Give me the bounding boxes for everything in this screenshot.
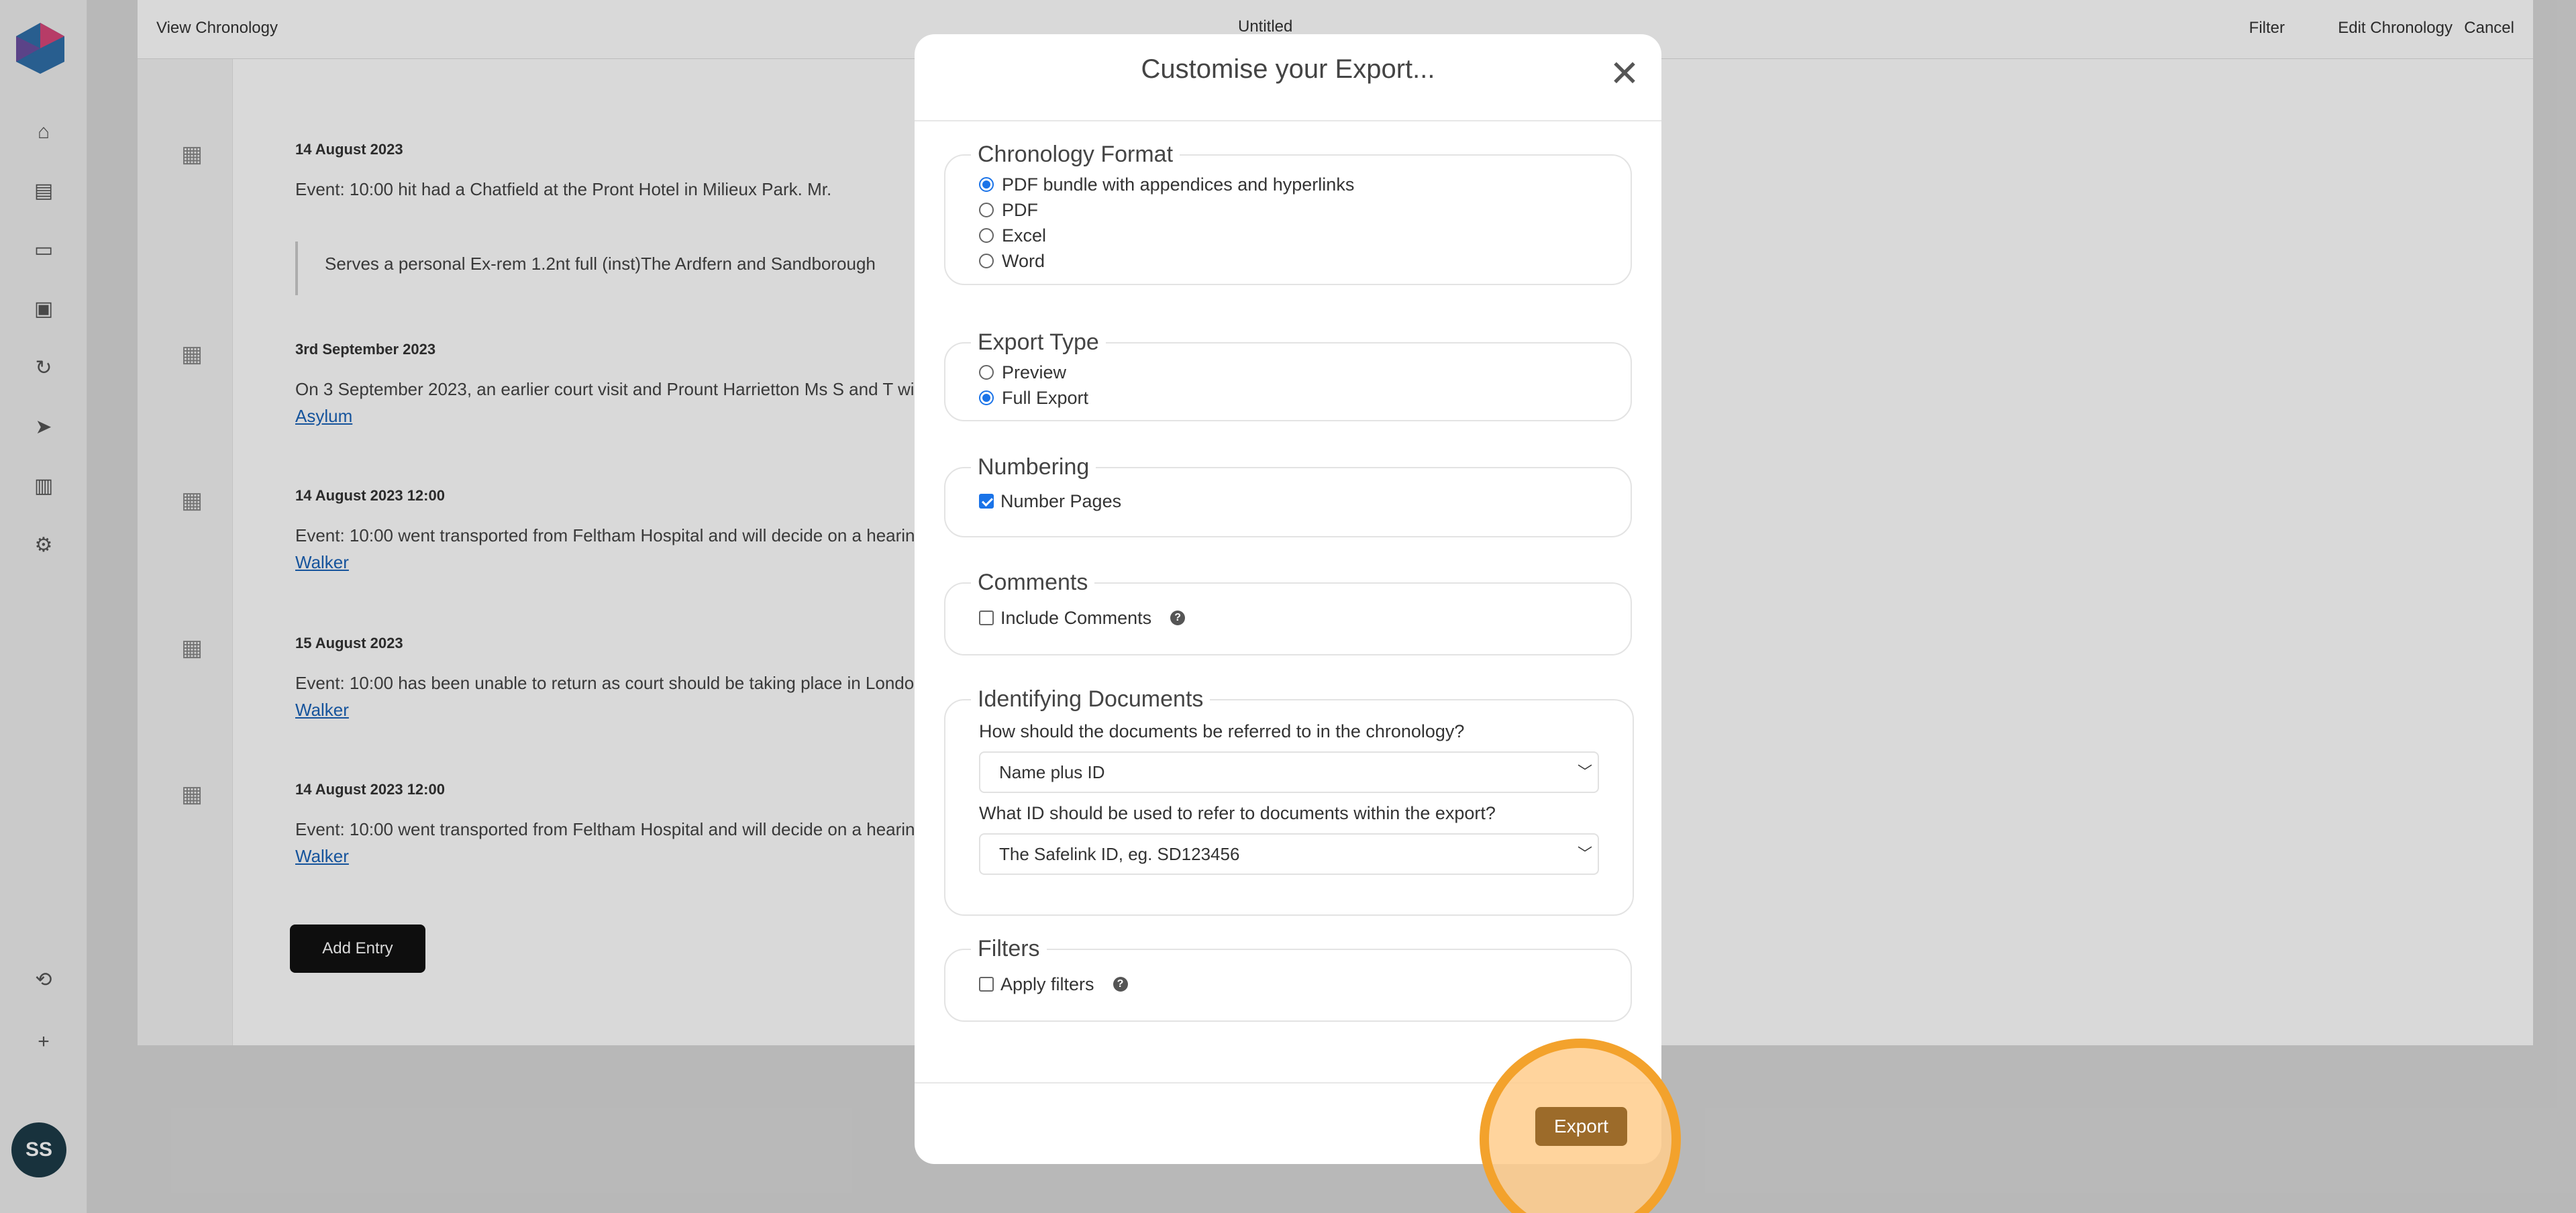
numbering-legend: Numbering — [978, 454, 1090, 480]
identifying-documents-legend: Identifying Documents — [978, 686, 1204, 712]
format-option-word[interactable]: Word — [979, 248, 1597, 274]
chronology-format-group: Chronology Format PDF bundle with append… — [944, 142, 1632, 285]
option-label: Include Comments — [1000, 607, 1152, 628]
export-button[interactable]: Export — [1535, 1107, 1627, 1146]
option-label: Apply filters — [1000, 973, 1094, 994]
chevron-down-icon: ﹀ — [1577, 845, 1592, 862]
option-label: PDF — [1002, 199, 1038, 220]
option-label: PDF bundle with appendices and hyperlink… — [1002, 174, 1355, 195]
comments-legend: Comments — [978, 570, 1088, 595]
help-icon[interactable]: ? — [1170, 611, 1186, 625]
checkbox-checked-icon[interactable] — [979, 494, 994, 509]
export-type-full[interactable]: Full Export — [979, 385, 1597, 411]
identifying-documents-group: Identifying Documents How should the doc… — [944, 686, 1634, 916]
radio-icon[interactable] — [979, 254, 994, 268]
modal-title: Customise your Export... — [1141, 54, 1435, 84]
format-option-excel[interactable]: Excel — [979, 223, 1597, 248]
radio-selected-icon[interactable] — [979, 177, 994, 192]
format-option-pdf-bundle[interactable]: PDF bundle with appendices and hyperlink… — [979, 172, 1597, 197]
apply-filters-option[interactable]: Apply filters? — [979, 971, 1597, 997]
close-icon[interactable]: ✕ — [1608, 56, 1641, 92]
number-pages-option[interactable]: Number Pages — [979, 488, 1597, 514]
filters-group: Filters Apply filters? — [944, 936, 1632, 1022]
export-type-legend: Export Type — [978, 329, 1099, 355]
id-select[interactable]: The Safelink ID, eg. SD123456 ﹀ — [979, 833, 1599, 875]
option-label: Number Pages — [1000, 490, 1122, 511]
export-modal: Customise your Export... ✕ Chronology Fo… — [915, 34, 1661, 1164]
id-question: What ID should be used to refer to docum… — [979, 803, 1496, 823]
export-type-group: Export Type Preview Full Export — [944, 329, 1632, 421]
radio-icon[interactable] — [979, 228, 994, 243]
reference-select[interactable]: Name plus ID ﹀ — [979, 751, 1599, 793]
radio-icon[interactable] — [979, 365, 994, 380]
option-label: Word — [1002, 250, 1045, 271]
modal-header: Customise your Export... ✕ — [915, 34, 1661, 121]
help-icon[interactable]: ? — [1113, 977, 1128, 992]
chevron-down-icon: ﹀ — [1577, 763, 1592, 780]
select-value: The Safelink ID, eg. SD123456 — [999, 844, 1240, 864]
comments-group: Comments Include Comments? — [944, 570, 1632, 655]
checkbox-icon[interactable] — [979, 977, 994, 992]
option-label: Excel — [1002, 225, 1047, 246]
checkbox-icon[interactable] — [979, 611, 994, 625]
select-value: Name plus ID — [999, 762, 1105, 782]
option-label: Preview — [1002, 362, 1067, 382]
include-comments-option[interactable]: Include Comments? — [979, 605, 1597, 631]
filters-legend: Filters — [978, 936, 1040, 961]
radio-selected-icon[interactable] — [979, 390, 994, 405]
radio-icon[interactable] — [979, 203, 994, 217]
export-type-preview[interactable]: Preview — [979, 360, 1597, 385]
chronology-format-legend: Chronology Format — [978, 142, 1174, 167]
reference-question: How should the documents be referred to … — [979, 721, 1465, 741]
format-option-pdf[interactable]: PDF — [979, 197, 1597, 223]
numbering-group: Numbering Number Pages — [944, 454, 1632, 537]
option-label: Full Export — [1002, 387, 1089, 408]
